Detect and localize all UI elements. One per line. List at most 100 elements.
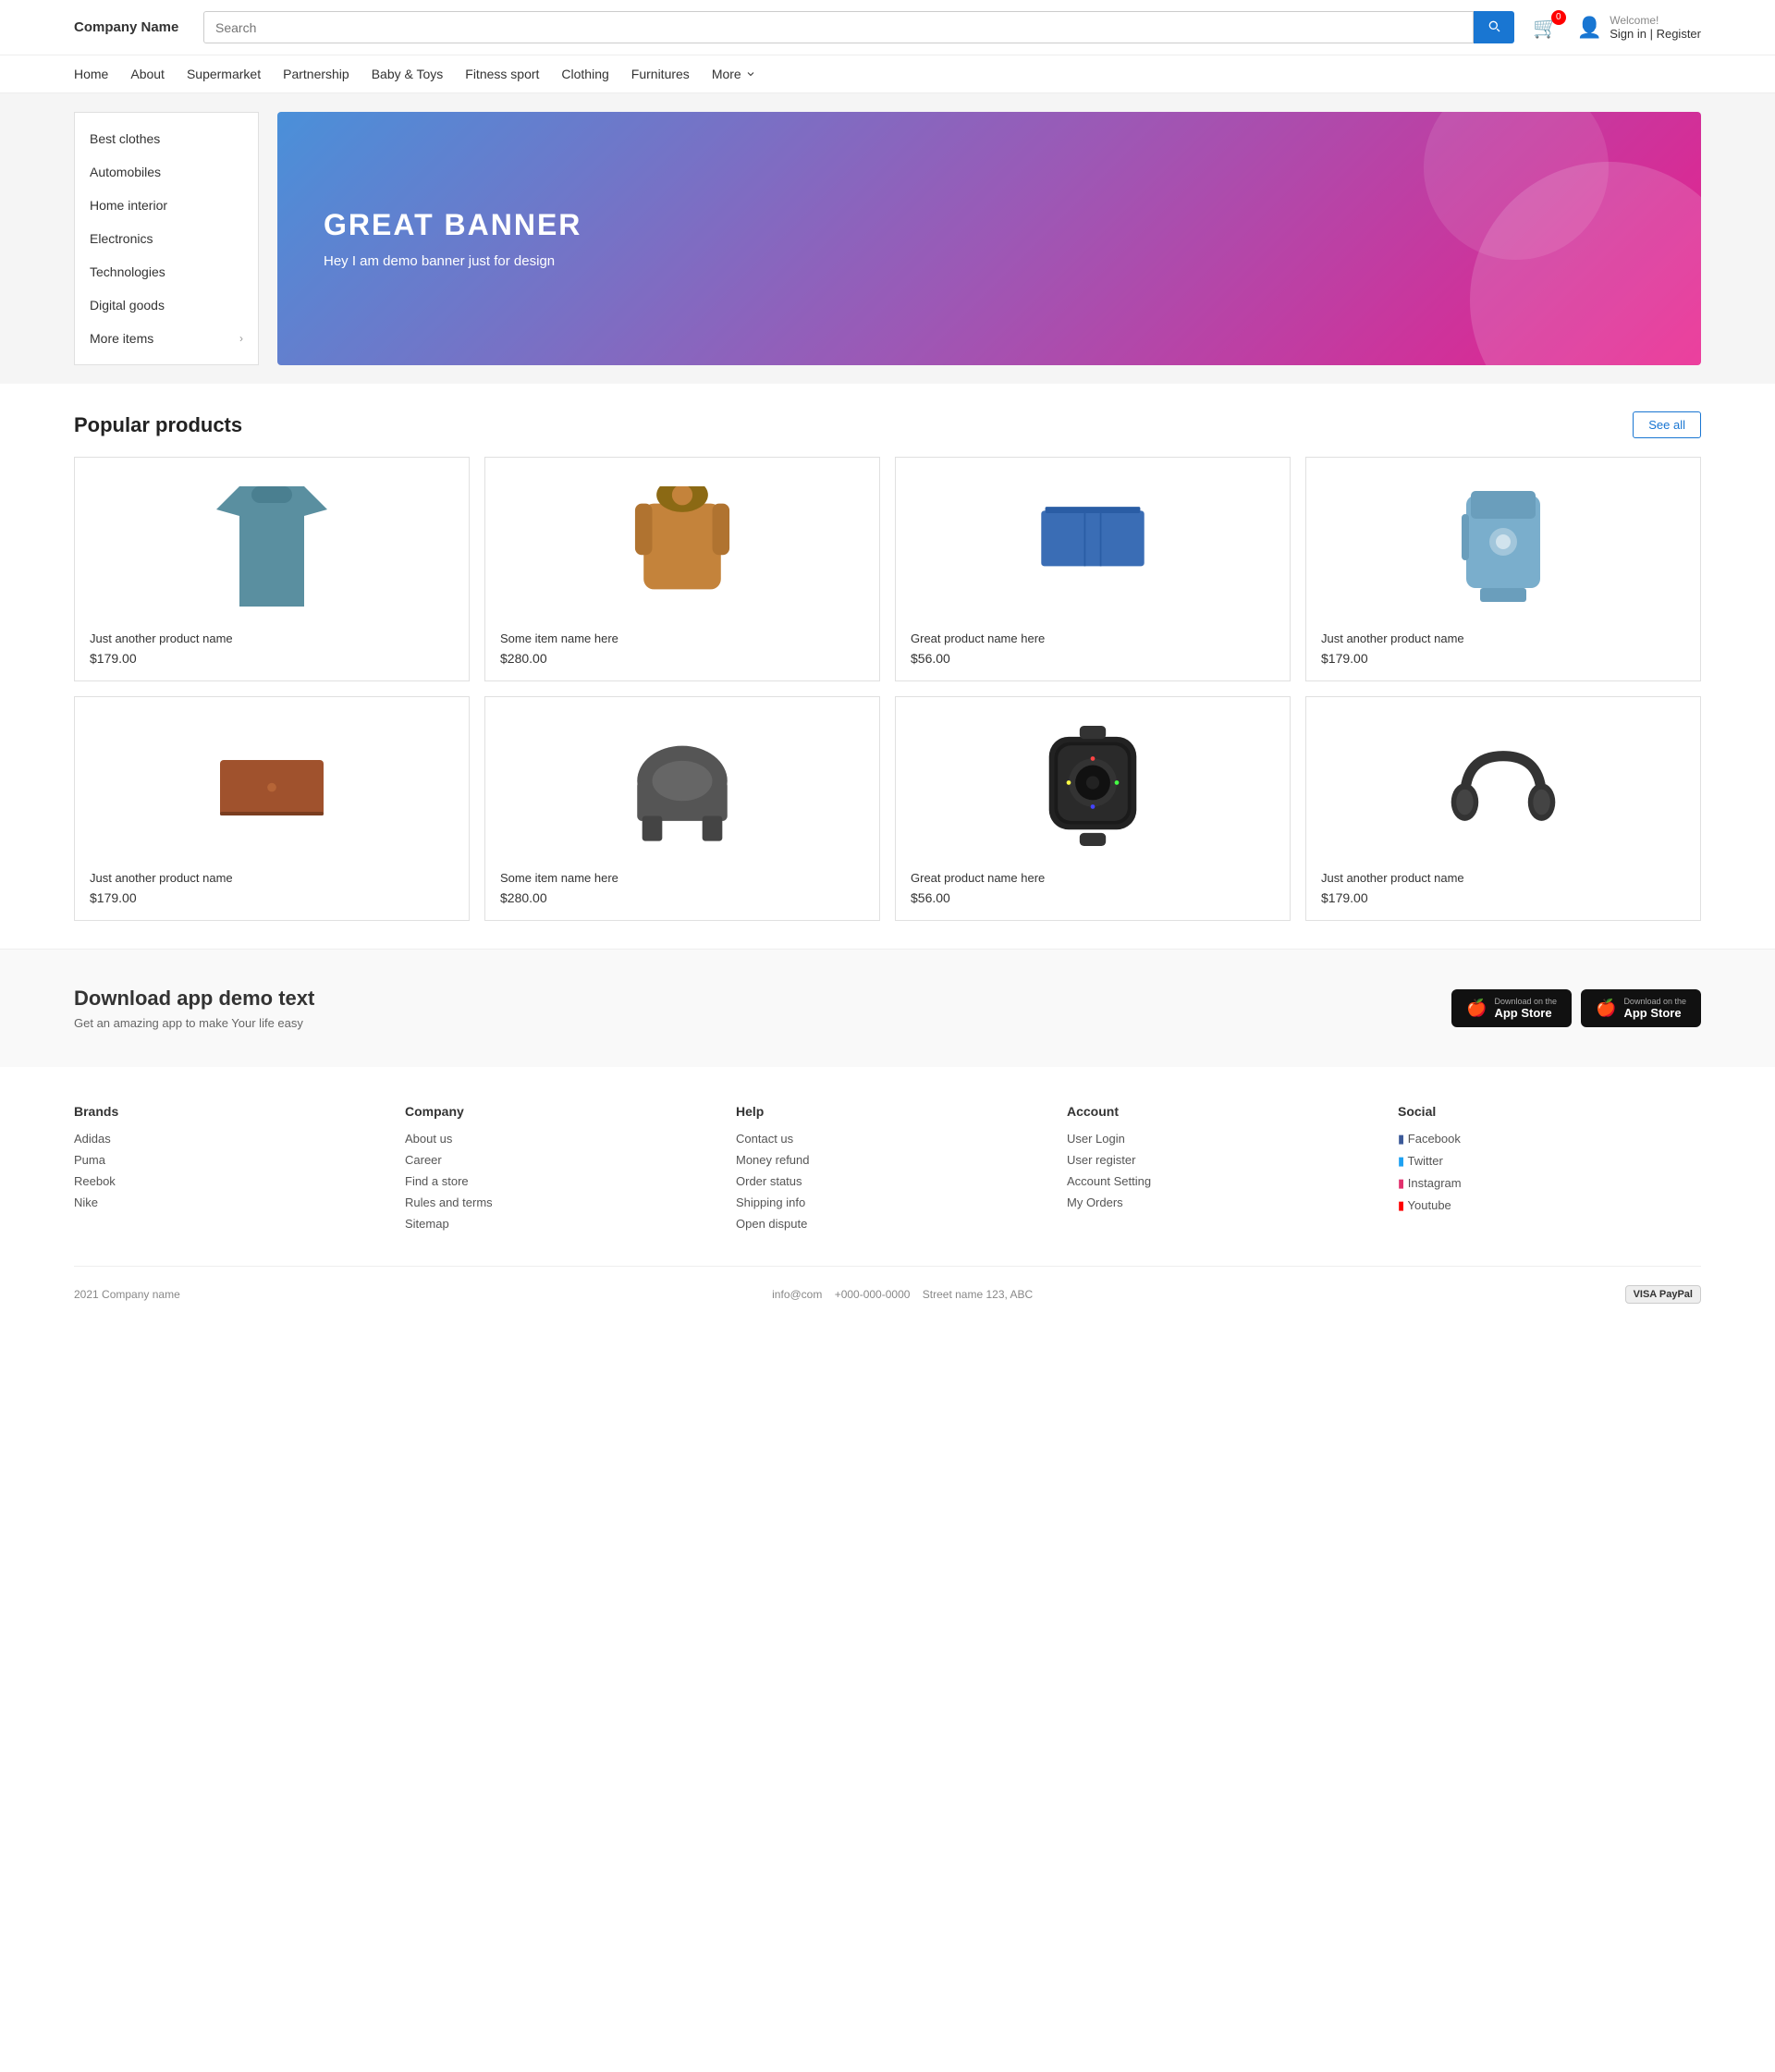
products-section-title: Popular products xyxy=(74,413,242,437)
product-card[interactable]: Great product name here $56.00 xyxy=(895,696,1291,921)
popular-products-section: Popular products See all Just another pr… xyxy=(0,384,1775,949)
nav-baby-toys[interactable]: Baby & Toys xyxy=(372,67,444,81)
footer-link-my-orders[interactable]: My Orders xyxy=(1067,1195,1370,1209)
company-logo[interactable]: Company Name xyxy=(74,19,185,35)
search-button[interactable] xyxy=(1474,11,1514,43)
app-store-button-2[interactable]: 🍎 Download on the App Store xyxy=(1581,989,1701,1027)
product-price: $280.00 xyxy=(500,890,864,905)
header-right: 🛒 0 👤 Welcome! Sign in | Register xyxy=(1533,14,1701,41)
footer-link-contact[interactable]: Contact us xyxy=(736,1132,1039,1146)
footer-social: Social ▮ Facebook ▮ Twitter ▮ Instagram … xyxy=(1398,1104,1701,1238)
footer-link-adidas[interactable]: Adidas xyxy=(74,1132,377,1146)
product-card[interactable]: Just another product name $179.00 xyxy=(74,457,470,681)
footer-link-refund[interactable]: Money refund xyxy=(736,1153,1039,1167)
footer-account: Account User Login User register Account… xyxy=(1067,1104,1370,1238)
footer-link-sitemap[interactable]: Sitemap xyxy=(405,1217,708,1231)
product-name: Just another product name xyxy=(1321,631,1685,645)
sidebar-item-electronics[interactable]: Electronics xyxy=(75,222,258,255)
sidebar-item-automobiles[interactable]: Automobiles xyxy=(75,155,258,189)
product-price: $179.00 xyxy=(90,651,454,666)
sign-in-link[interactable]: Sign in | Register xyxy=(1610,27,1701,41)
facebook-icon: ▮ xyxy=(1398,1132,1404,1146)
apple-icon-2: 🍎 xyxy=(1596,999,1616,1018)
footer-link-twitter[interactable]: ▮ Twitter xyxy=(1398,1154,1701,1169)
twitter-icon: ▮ xyxy=(1398,1154,1404,1168)
youtube-icon: ▮ xyxy=(1398,1198,1404,1212)
footer-link-about-us[interactable]: About us xyxy=(405,1132,708,1146)
download-title: Download app demo text xyxy=(74,987,314,1011)
product-card[interactable]: Just another product name $179.00 xyxy=(1305,696,1701,921)
product-name: Some item name here xyxy=(500,871,864,885)
product-name: Just another product name xyxy=(90,631,454,645)
nav-about[interactable]: About xyxy=(130,67,165,81)
search-bar xyxy=(203,11,1514,43)
nav-more[interactable]: More xyxy=(712,67,756,81)
product-image xyxy=(90,472,454,620)
product-price: $56.00 xyxy=(911,890,1275,905)
footer: Brands Adidas Puma Reebok Nike Company A… xyxy=(0,1067,1775,1341)
footer-link-instagram[interactable]: ▮ Instagram xyxy=(1398,1176,1701,1191)
nav-clothing[interactable]: Clothing xyxy=(561,67,608,81)
footer-link-dispute[interactable]: Open dispute xyxy=(736,1217,1039,1231)
user-icon: 👤 xyxy=(1577,16,1602,40)
header: Company Name 🛒 0 👤 Welcome! Sign in | Re… xyxy=(0,0,1775,55)
nav-supermarket[interactable]: Supermarket xyxy=(187,67,261,81)
nav-partnership[interactable]: Partnership xyxy=(283,67,349,81)
instagram-icon: ▮ xyxy=(1398,1176,1404,1190)
product-card[interactable]: Just another product name $179.00 xyxy=(1305,457,1701,681)
product-card[interactable]: Some item name here $280.00 xyxy=(484,696,880,921)
footer-link-rules[interactable]: Rules and terms xyxy=(405,1195,708,1209)
welcome-text: Welcome! xyxy=(1610,14,1701,27)
sidebar-item-best-clothes[interactable]: Best clothes xyxy=(75,122,258,155)
product-image xyxy=(911,712,1275,860)
product-card[interactable]: Just another product name $179.00 xyxy=(74,696,470,921)
footer-link-account-setting[interactable]: Account Setting xyxy=(1067,1174,1370,1188)
payment-icons: VISA PayPal xyxy=(1625,1285,1701,1304)
footer-social-title: Social xyxy=(1398,1104,1701,1119)
footer-help: Help Contact us Money refund Order statu… xyxy=(736,1104,1039,1238)
product-card[interactable]: Some item name here $280.00 xyxy=(484,457,880,681)
footer-columns: Brands Adidas Puma Reebok Nike Company A… xyxy=(74,1104,1701,1266)
footer-link-youtube[interactable]: ▮ Youtube xyxy=(1398,1198,1701,1213)
footer-link-reebok[interactable]: Reebok xyxy=(74,1174,377,1188)
footer-link-user-login[interactable]: User Login xyxy=(1067,1132,1370,1146)
product-image xyxy=(500,712,864,860)
sidebar-item-technologies[interactable]: Technologies xyxy=(75,255,258,288)
product-price: $179.00 xyxy=(1321,890,1685,905)
nav-home[interactable]: Home xyxy=(74,67,108,81)
product-image xyxy=(1321,472,1685,620)
nav-furnitures[interactable]: Furnitures xyxy=(631,67,690,81)
sidebar-item-more-items[interactable]: More items › xyxy=(75,322,258,355)
apple-icon: 🍎 xyxy=(1466,999,1487,1018)
footer-link-nike[interactable]: Nike xyxy=(74,1195,377,1209)
search-input[interactable] xyxy=(203,11,1474,43)
product-image xyxy=(1321,712,1685,860)
copyright: 2021 Company name xyxy=(74,1288,180,1301)
product-name: Just another product name xyxy=(1321,871,1685,885)
footer-link-facebook[interactable]: ▮ Facebook xyxy=(1398,1132,1701,1146)
hero-banner[interactable]: GREAT BANNER Hey I am demo banner just f… xyxy=(277,112,1701,365)
products-grid: Just another product name $179.00 Some i… xyxy=(74,457,1701,921)
product-card[interactable]: Great product name here $56.00 xyxy=(895,457,1291,681)
footer-brands: Brands Adidas Puma Reebok Nike xyxy=(74,1104,377,1238)
footer-account-title: Account xyxy=(1067,1104,1370,1119)
product-name: Great product name here xyxy=(911,631,1275,645)
footer-link-career[interactable]: Career xyxy=(405,1153,708,1167)
footer-link-order-status[interactable]: Order status xyxy=(736,1174,1039,1188)
footer-link-user-register[interactable]: User register xyxy=(1067,1153,1370,1167)
banner-subtitle: Hey I am demo banner just for design xyxy=(324,253,1655,269)
product-price: $56.00 xyxy=(911,651,1275,666)
footer-help-title: Help xyxy=(736,1104,1039,1119)
nav-fitness[interactable]: Fitness sport xyxy=(465,67,539,81)
cart-count: 0 xyxy=(1551,10,1566,25)
sidebar-item-home-interior[interactable]: Home interior xyxy=(75,189,258,222)
see-all-button[interactable]: See all xyxy=(1633,411,1701,438)
footer-link-shipping[interactable]: Shipping info xyxy=(736,1195,1039,1209)
footer-link-find-store[interactable]: Find a store xyxy=(405,1174,708,1188)
app-store-button-1[interactable]: 🍎 Download on the App Store xyxy=(1451,989,1572,1027)
cart-icon[interactable]: 🛒 0 xyxy=(1533,16,1558,40)
footer-link-puma[interactable]: Puma xyxy=(74,1153,377,1167)
footer-brands-title: Brands xyxy=(74,1104,377,1119)
sidebar-item-digital-goods[interactable]: Digital goods xyxy=(75,288,258,322)
product-price: $179.00 xyxy=(1321,651,1685,666)
